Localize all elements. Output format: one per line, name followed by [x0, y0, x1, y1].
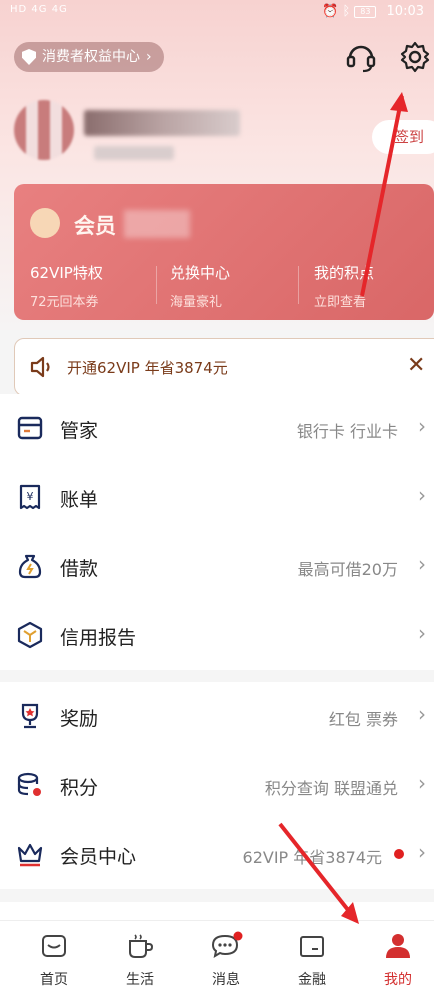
chevron-right-icon: ›	[418, 552, 426, 576]
coins-icon	[17, 772, 41, 796]
sign-in-button[interactable]: 签到	[372, 120, 434, 154]
wallet-icon	[300, 936, 324, 957]
nav-label: 首页	[40, 972, 68, 988]
menu-label: 积分	[60, 777, 99, 799]
vip-col-exchange[interactable]: 兑换中心 海量豪礼	[170, 262, 230, 310]
chevron-right-icon: ›	[146, 49, 152, 65]
menu-label: 奖励	[60, 708, 99, 730]
nav-finance[interactable]: 金融	[282, 931, 342, 989]
chat-icon	[211, 931, 243, 959]
vip-col-privilege[interactable]: 62VIP特权 72元回本券	[30, 262, 103, 310]
menu-label: 账单	[60, 489, 99, 511]
vip-title-blurred	[124, 210, 190, 238]
menu-item-butler[interactable]: 管家 银行卡 行业卡 ›	[0, 394, 434, 463]
divider	[156, 266, 157, 304]
nav-messages[interactable]: 消息	[196, 931, 256, 989]
vip-col-points[interactable]: 我的积点 立即查看	[314, 262, 374, 310]
menu-hint: 银行卡 行业卡	[296, 422, 398, 441]
vip-title: 会员	[74, 214, 116, 238]
vip-card[interactable]: 会员 62VIP特权 72元回本券 兑换中心 海量豪礼 我的积点 立即查看	[14, 184, 434, 320]
menu-item-loan[interactable]: 借款 最高可借20万 ›	[0, 532, 434, 601]
vip-promo-banner[interactable]: 开通62VIP 年省3874元 ✕	[14, 338, 434, 396]
home-icon	[42, 935, 66, 957]
consumer-rights-button[interactable]: 消费者权益中心 ›	[14, 42, 164, 72]
menu-item-credit-report[interactable]: 信用报告 ›	[0, 601, 434, 670]
divider	[298, 266, 299, 304]
consumer-rights-label: 消费者权益中心	[42, 49, 140, 65]
user-icon	[386, 934, 410, 958]
battery-icon: 83	[354, 5, 377, 18]
chevron-right-icon: ›	[418, 702, 426, 726]
card-icon	[17, 416, 43, 440]
vip-col-title: 我的积点	[314, 264, 375, 282]
shield-icon	[22, 49, 36, 65]
menu-hint: 最高可借20万	[297, 560, 398, 579]
nav-label: 我的	[384, 972, 412, 988]
nav-life[interactable]: 生活	[110, 931, 170, 989]
chevron-right-icon: ›	[418, 840, 426, 864]
vip-col-sub: 立即查看	[314, 295, 367, 310]
status-right: ⏰ ᛒ 83 10:03	[322, 4, 424, 19]
nav-label: 消息	[212, 972, 240, 988]
svg-text:¥: ¥	[27, 490, 34, 503]
trophy-icon	[21, 703, 39, 729]
menu-hint: 积分查询 联盟通兑	[264, 779, 398, 798]
cube-icon	[17, 621, 43, 649]
gear-icon[interactable]	[398, 40, 432, 74]
nav-home[interactable]: 首页	[24, 931, 84, 989]
vip-col-sub: 海量豪礼	[170, 295, 223, 310]
menu-item-bill[interactable]: ¥ 账单 ›	[0, 463, 434, 532]
menu-label: 会员中心	[60, 846, 137, 868]
menu-label: 信用报告	[60, 627, 137, 649]
bill-icon: ¥	[19, 484, 41, 510]
status-time: 10:03	[386, 4, 424, 19]
menu-hint: 62VIP 年省3874元	[242, 848, 382, 867]
bluetooth-icon: ᛒ	[342, 4, 351, 19]
speaker-icon	[30, 356, 50, 378]
menu-item-rewards[interactable]: 奖励 红包 票券 ›	[0, 682, 434, 751]
menu-item-member-center[interactable]: 会员中心 62VIP 年省3874元 ›	[0, 820, 434, 889]
close-icon[interactable]: ✕	[407, 353, 425, 378]
menu-hint: 红包 票券	[328, 710, 398, 729]
chevron-right-icon: ›	[418, 483, 426, 507]
avatar[interactable]	[14, 100, 74, 160]
status-bar: HD 4G 4G ⏰ ᛒ 83 10:03	[0, 0, 434, 26]
menu-item-points[interactable]: 积分 积分查询 联盟通兑 ›	[0, 751, 434, 820]
crown-badge-icon	[30, 208, 60, 238]
menu-group-finance: 管家 银行卡 行业卡 › ¥ 账单 › 借款 最高可借20万 › 信用报告 ›	[0, 394, 434, 670]
alarm-icon: ⏰	[322, 4, 339, 19]
money-bag-icon	[18, 554, 42, 579]
chevron-right-icon: ›	[418, 621, 426, 645]
menu-group-rewards: 奖励 红包 票券 › 积分 积分查询 联盟通兑 › 会员中心 62VIP 年省3…	[0, 682, 434, 889]
vip-col-title: 62VIP特权	[30, 264, 103, 282]
promo-text: 开通62VIP 年省3874元	[67, 359, 228, 377]
menu-label: 管家	[60, 420, 99, 442]
headset-icon[interactable]	[344, 40, 378, 74]
cup-icon	[129, 934, 154, 958]
chevron-right-icon: ›	[418, 414, 426, 438]
crown-icon	[17, 843, 43, 867]
chevron-right-icon: ›	[418, 771, 426, 795]
vip-col-sub: 72元回本券	[30, 295, 99, 310]
menu-label: 借款	[60, 558, 99, 580]
status-signal: HD 4G 4G	[10, 4, 68, 15]
notification-dot	[394, 849, 404, 859]
nav-mine[interactable]: 我的	[368, 931, 428, 989]
vip-col-title: 兑换中心	[170, 264, 231, 282]
nav-label: 生活	[126, 972, 154, 988]
user-id-blurred	[94, 146, 174, 160]
user-name-blurred	[84, 110, 240, 136]
bottom-nav: 首页 生活 消息 金融 我的	[0, 920, 434, 999]
nav-label: 金融	[298, 972, 326, 988]
menu-group-more	[0, 902, 434, 922]
